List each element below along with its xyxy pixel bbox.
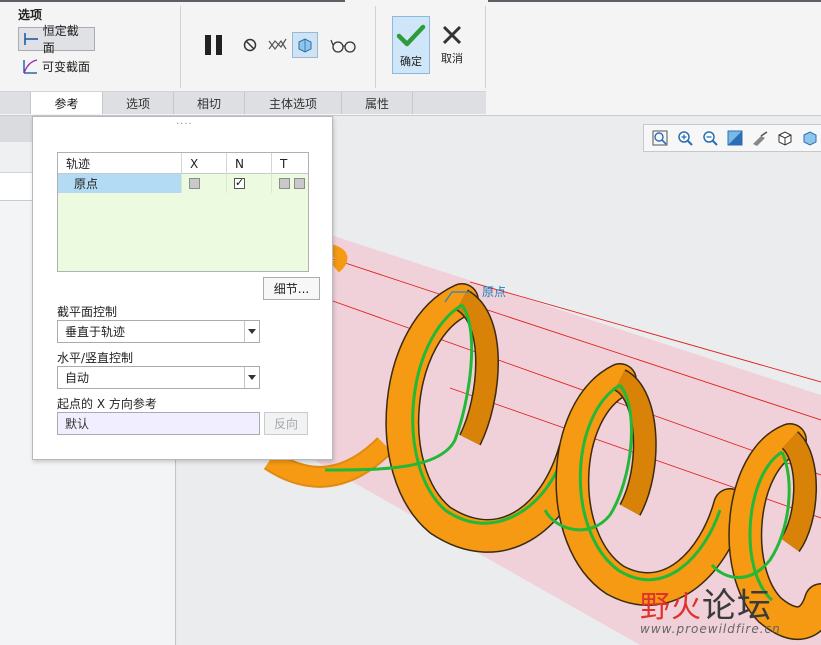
ribbon-top-border bbox=[488, 0, 821, 2]
tab-body-options[interactable]: 主体选项 bbox=[245, 92, 342, 114]
preview-geometry-button[interactable] bbox=[264, 32, 290, 58]
verify-mode-button[interactable] bbox=[292, 32, 318, 58]
tab-options[interactable]: 选项 bbox=[103, 92, 174, 114]
close-icon bbox=[442, 25, 462, 45]
trajectory-name[interactable]: 原点 bbox=[58, 174, 182, 193]
forum-watermark: 野火论坛 bbox=[640, 578, 772, 627]
tab-references[interactable]: 参考 bbox=[31, 92, 103, 114]
tab-tangency[interactable]: 相切 bbox=[174, 92, 245, 114]
options-group-title: 选项 bbox=[18, 8, 43, 22]
zoom-in-button[interactable] bbox=[674, 127, 696, 149]
flip-button[interactable]: 反向 bbox=[264, 412, 308, 435]
stop-icon bbox=[243, 38, 257, 52]
panel-grip[interactable]: ···· bbox=[176, 119, 193, 130]
constant-section-button[interactable]: 恒定截面 bbox=[18, 24, 95, 55]
ok-button[interactable]: 确定 bbox=[392, 16, 430, 74]
zoom-out-button[interactable] bbox=[699, 127, 721, 149]
ok-label: 确定 bbox=[400, 55, 422, 68]
chevron-down-icon bbox=[244, 367, 259, 388]
tabs-tail bbox=[413, 92, 486, 114]
ribbon-separator bbox=[485, 6, 486, 88]
zoom-out-icon bbox=[703, 131, 718, 146]
refit-button[interactable] bbox=[649, 127, 671, 149]
horizontal-vertical-control-dropdown[interactable]: 自动 bbox=[57, 366, 260, 389]
column-header-trajectory: 轨迹 bbox=[58, 153, 182, 174]
orientation-icon bbox=[753, 131, 768, 146]
section-plane-control-label: 截平面控制 bbox=[57, 305, 118, 319]
repaint-button[interactable] bbox=[724, 127, 746, 149]
display-style-icon bbox=[803, 131, 817, 146]
checkmark-icon bbox=[396, 24, 426, 47]
details-button[interactable]: 细节... bbox=[263, 277, 320, 300]
variable-section-button[interactable]: 可变截面 bbox=[18, 54, 94, 78]
preview-geometry-icon bbox=[268, 38, 287, 50]
column-header-x: X bbox=[182, 153, 227, 174]
table-row[interactable]: 原点 bbox=[58, 174, 308, 193]
start-x-direction-value: 默认 bbox=[65, 417, 90, 431]
origin-label: 原点 bbox=[482, 285, 506, 299]
trajectory-table: 轨迹 X N T 原点 bbox=[57, 152, 309, 272]
repaint-icon bbox=[727, 130, 743, 146]
start-x-direction-label: 起点的 X 方向参考 bbox=[57, 397, 157, 411]
saved-views-icon bbox=[778, 131, 792, 146]
t-checkbox[interactable] bbox=[294, 178, 305, 189]
section-plane-control-value: 垂直于轨迹 bbox=[65, 325, 126, 339]
glasses-preview-button[interactable] bbox=[329, 32, 359, 58]
trajectory-table-header: 轨迹 X N T bbox=[58, 153, 308, 174]
pause-button[interactable] bbox=[201, 32, 227, 58]
cancel-label: 取消 bbox=[441, 52, 463, 65]
variable-section-icon bbox=[23, 59, 38, 74]
cancel-button[interactable]: 取消 bbox=[436, 16, 468, 74]
constant-section-icon bbox=[24, 33, 38, 45]
ribbon-separator bbox=[180, 6, 181, 88]
dashboard-tabs: 参考 选项 相切 主体选项 属性 bbox=[0, 91, 486, 114]
display-style-button[interactable] bbox=[799, 127, 821, 149]
verify-mode-icon bbox=[298, 38, 312, 53]
orientation-button[interactable] bbox=[749, 127, 771, 149]
saved-views-button[interactable] bbox=[774, 127, 796, 149]
n-checkbox[interactable] bbox=[234, 176, 245, 189]
tabs-lead bbox=[0, 92, 31, 114]
zoom-in-icon bbox=[678, 131, 693, 146]
start-x-direction-field[interactable]: 默认 bbox=[57, 412, 260, 435]
references-panel: ···· 轨迹 X N T 原点 细节... 截平面控制 垂直于轨迹 水平/竖直… bbox=[32, 116, 333, 460]
refit-icon bbox=[652, 130, 668, 146]
t-checkbox[interactable] bbox=[279, 178, 290, 189]
tab-properties[interactable]: 属性 bbox=[342, 92, 413, 114]
column-header-t: T bbox=[280, 156, 288, 171]
ribbon-separator bbox=[375, 6, 376, 88]
constant-section-label: 恒定截面 bbox=[42, 24, 79, 55]
column-header-n: N bbox=[227, 153, 272, 174]
horizontal-vertical-control-label: 水平/竖直控制 bbox=[57, 351, 134, 365]
horizontal-vertical-control-value: 自动 bbox=[65, 371, 90, 385]
watermark-text: 论坛 bbox=[702, 586, 772, 626]
watermark-red-text: 野火 bbox=[640, 590, 702, 625]
section-plane-control-dropdown[interactable]: 垂直于轨迹 bbox=[57, 320, 260, 343]
view-toolbar bbox=[643, 124, 821, 152]
ribbon-top-border bbox=[0, 0, 345, 2]
watermark-url: www.proewildfire.cn bbox=[640, 622, 781, 636]
stop-button[interactable] bbox=[237, 32, 263, 58]
x-checkbox[interactable] bbox=[189, 178, 200, 189]
glasses-preview-icon bbox=[330, 39, 356, 53]
pause-icon bbox=[205, 35, 222, 55]
ribbon: 选项 恒定截面 可变截面 确定 取消 参考 选项 相切 主体选项 属性 bbox=[0, 0, 821, 116]
variable-section-label: 可变截面 bbox=[42, 59, 91, 74]
chevron-down-icon bbox=[244, 321, 259, 342]
